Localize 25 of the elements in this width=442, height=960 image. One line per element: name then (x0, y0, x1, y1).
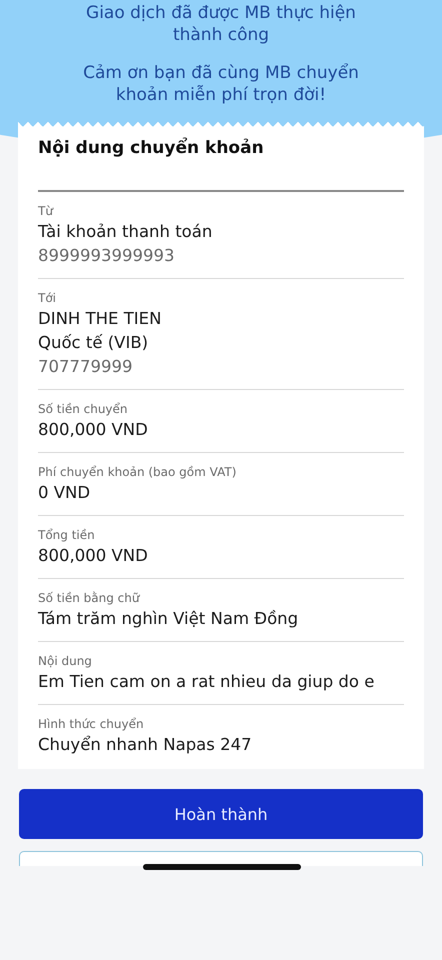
status-message: Giao dịch đã được MB thực hiện (86, 2, 356, 24)
field-label: Phí chuyển khoản (bao gồm VAT) (38, 464, 236, 481)
field-label: Nội dung (38, 653, 92, 670)
field-value: Chuyển nhanh Napas 247 (38, 734, 252, 756)
account-number: 707779999 (38, 356, 132, 378)
account-number: 8999993999993 (38, 245, 174, 267)
field-label: Tới (38, 290, 56, 307)
thanks-message: Cảm ơn bạn đã cùng MB chuyển (83, 62, 359, 84)
field-value: 800,000 VND (38, 419, 148, 441)
done-button[interactable]: Hoàn thành (19, 789, 423, 839)
field-label: Số tiền chuyển (38, 401, 128, 418)
field-value: Tám trăm nghìn Việt Nam Đồng (38, 608, 298, 630)
card-title: Nội dung chuyển khoản (38, 138, 264, 158)
field-value: 800,000 VND (38, 545, 148, 567)
field-label: Hình thức chuyển (38, 716, 144, 733)
field-value: Quốc tế (VIB) (38, 332, 148, 354)
field-value: 0 VND (38, 482, 90, 504)
field-value: DINH THE TIEN (38, 308, 162, 330)
field-value: Em Tien cam on a rat nhieu da giup do e (38, 671, 374, 693)
field-label: Từ (38, 203, 53, 220)
thanks-message: khoản miễn phí trọn đời! (116, 84, 326, 106)
status-message: thành công (172, 24, 270, 46)
field-label: Số tiền bằng chữ (38, 590, 140, 607)
field-label: Tổng tiền (38, 527, 95, 544)
field-value: Tài khoản thanh toán (38, 221, 212, 243)
